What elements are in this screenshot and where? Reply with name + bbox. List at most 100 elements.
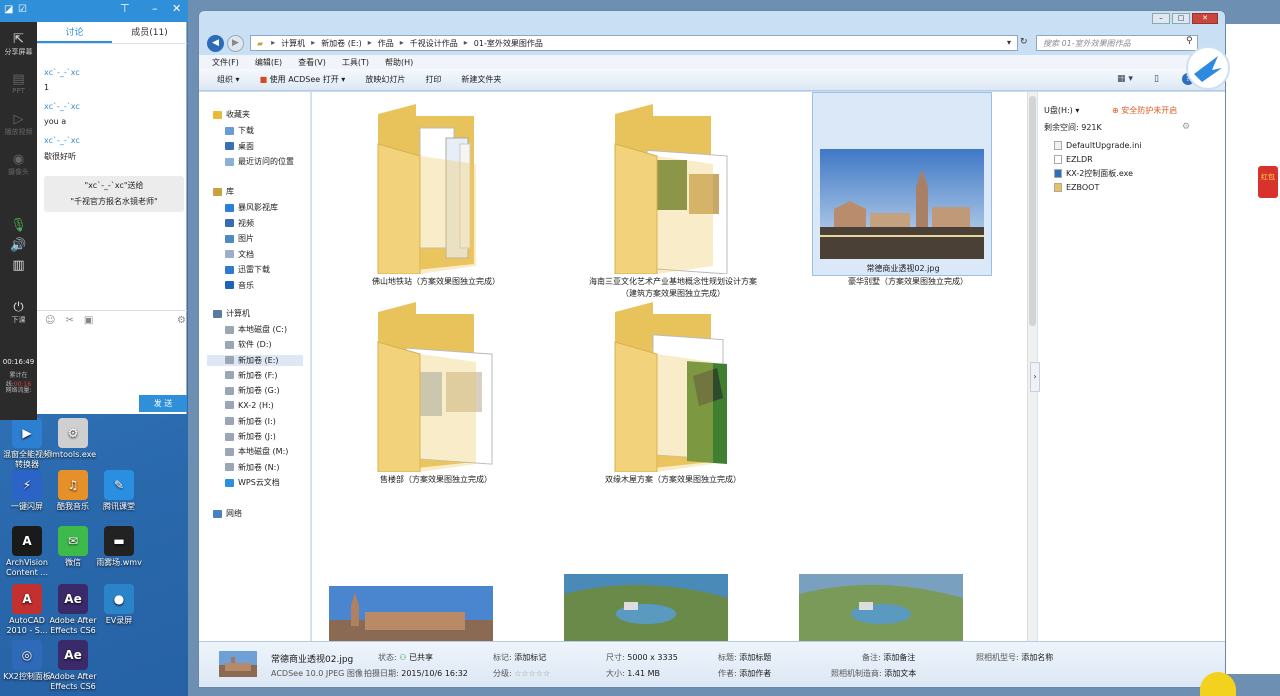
slideshow-button[interactable]: 放映幻灯片 (365, 74, 405, 85)
acdsee-open-button[interactable]: ■ 使用 ACDSee 打开 ▾ (260, 74, 346, 85)
minimize-icon[interactable]: – (152, 2, 158, 15)
details-tags[interactable]: 标记: 添加标记 (493, 652, 546, 663)
folder-item[interactable]: 佛山地铁站（方案效果图独立完成） (346, 104, 526, 288)
search-input[interactable]: 搜索 01-室外效果图作品 (1036, 35, 1198, 51)
nav-item[interactable]: 新加卷 (G:) (225, 385, 280, 396)
desktop-icon[interactable]: Ae Adobe After Effects CS6 (42, 640, 104, 692)
back-button[interactable]: ◀ (207, 35, 224, 52)
details-camera-model[interactable]: 照相机型号: 添加名称 (976, 652, 1053, 663)
details-title[interactable]: 标题: 添加标题 (718, 652, 771, 663)
nav-item[interactable]: 最近访问的位置 (225, 156, 294, 167)
drive-selector[interactable]: U盘(H:) ▾ (1044, 105, 1079, 116)
photo-thumbnail[interactable] (799, 574, 963, 641)
folder-item[interactable]: 售楼部（方案效果图独立完成） (346, 302, 526, 486)
nav-item[interactable]: WPS云文档 (225, 477, 280, 488)
nav-item[interactable]: 本地磁盘 (C:) (225, 324, 287, 335)
organize-button[interactable]: 组织 ▾ (217, 74, 240, 85)
nav-item[interactable]: 库 (213, 186, 234, 197)
details-rating[interactable]: 分级: ☆☆☆☆☆ (493, 668, 550, 679)
breadcrumb-separator[interactable]: ▸ (464, 38, 468, 49)
desktop-icon[interactable]: ▬ 雨雾场.wmv (88, 526, 150, 568)
desktop-icon[interactable]: ⚙ lmtools.exe (42, 418, 104, 460)
nav-item[interactable]: 迅雷下载 (225, 264, 270, 275)
breadcrumb-item[interactable]: 计算机 (281, 38, 305, 49)
print-button[interactable]: 打印 (425, 74, 441, 85)
breadcrumb-separator[interactable]: ▸ (400, 38, 404, 49)
collapse-panel-button[interactable]: › (1030, 362, 1040, 392)
nav-item[interactable]: 软件 (D:) (225, 339, 272, 350)
scissors-icon[interactable]: ✂ (65, 315, 73, 326)
view-options-icon[interactable]: ▦ ▾ (1117, 74, 1133, 84)
settings-icon[interactable]: ⚙ (177, 315, 186, 326)
red-packet-button[interactable]: 红包 (1258, 166, 1278, 198)
nav-item[interactable]: 本地磁盘 (M:) (225, 446, 288, 457)
breadcrumb-item[interactable]: 新加卷 (E:) (321, 38, 362, 49)
breadcrumb-separator[interactable]: ▸ (311, 38, 315, 49)
nav-item[interactable]: 新加卷 (I:) (225, 416, 276, 427)
nav-item[interactable]: 新加卷 (F:) (225, 370, 277, 381)
nav-item[interactable]: 计算机 (213, 308, 250, 319)
nav-item[interactable]: 音乐 (225, 280, 254, 291)
nav-item[interactable]: 桌面 (225, 141, 254, 152)
usb-file[interactable]: KX-2控制面板.exe (1054, 166, 1142, 180)
menu-item[interactable]: 编辑(E) (255, 57, 282, 68)
maximize-button[interactable]: □ (1172, 13, 1190, 24)
menu-item[interactable]: 查看(V) (298, 57, 326, 68)
security-warning[interactable]: ⊕ 安全防护未开启 (1112, 105, 1177, 116)
nav-item[interactable]: 收藏夹 (213, 109, 250, 120)
desktop-icon[interactable]: ✎ 腾讯课堂 (88, 470, 150, 512)
refresh-icon[interactable]: ↻ (1020, 37, 1028, 47)
photo-thumbnail[interactable] (564, 574, 728, 641)
usb-file[interactable]: EZLDR (1054, 152, 1142, 166)
desktop-icon[interactable]: ● EV录屏 (88, 584, 150, 626)
ppt-button[interactable]: ▤ PPT (0, 72, 37, 95)
breadcrumb-separator[interactable]: ▸ (271, 38, 275, 49)
end-class-button[interactable]: ⏻ 下课 (0, 300, 37, 325)
menu-item[interactable]: 帮助(H) (385, 57, 413, 68)
nav-item[interactable]: 文档 (225, 249, 254, 260)
close-icon[interactable]: ✕ (172, 2, 181, 15)
camera-button[interactable]: ◉ 摄像头 (0, 152, 37, 177)
breadcrumb-separator[interactable]: ▸ (368, 38, 372, 49)
nav-item[interactable]: 新加卷 (J:) (225, 431, 276, 442)
forward-button[interactable]: ▶ (227, 35, 244, 52)
share-screen-button[interactable]: ⇱ 分享屏幕 (0, 32, 37, 57)
nav-item[interactable]: 视频 (225, 218, 254, 229)
breadcrumb-item[interactable]: 千视设计作品 (410, 38, 458, 49)
play-video-button[interactable]: ▷ 播放视频 (0, 112, 37, 137)
emoji-icon[interactable]: ☺ (45, 315, 55, 326)
address-dropdown-icon[interactable]: ▾ (1007, 38, 1011, 47)
details-notes[interactable]: 备注: 添加备注 (862, 652, 915, 663)
new-folder-button[interactable]: 新建文件夹 (461, 74, 501, 85)
photo-thumbnail[interactable] (329, 586, 493, 641)
scroll-thumb[interactable] (1029, 96, 1036, 326)
nav-item[interactable]: 图片 (225, 233, 254, 244)
pin-icon[interactable]: ⊤ (120, 2, 130, 15)
image-icon[interactable]: ▣ (84, 315, 93, 326)
usb-file[interactable]: EZBOOT (1054, 180, 1142, 194)
usb-file[interactable]: DefaultUpgrade.ini (1054, 138, 1142, 152)
tab-members[interactable]: 成员(11) (112, 22, 187, 43)
check-icon[interactable]: ☑ (18, 4, 27, 15)
tab-discuss[interactable]: 讨论 (37, 22, 112, 43)
address-bar[interactable]: ▰ ▸ 计算机 ▸ 新加卷 (E:) ▸ 作品 ▸ 千视设计作品 ▸ 01-室外效果图作品 (250, 35, 1018, 51)
folder-item[interactable]: 双缘木屋方案（方案效果图独立完成） (583, 302, 763, 486)
breadcrumb-item[interactable]: 01-室外效果图作品 (474, 38, 543, 49)
levels-button[interactable]: ▥ (0, 258, 37, 273)
details-camera-maker[interactable]: 照相机制造商: 添加文本 (831, 668, 916, 679)
nav-item[interactable]: 网络 (213, 508, 242, 519)
nav-item[interactable]: 下载 (225, 125, 254, 136)
mic-button[interactable]: 🎙 (0, 218, 37, 233)
gear-icon[interactable]: ⚙ (1182, 122, 1190, 132)
breadcrumb-item[interactable]: 作品 (378, 38, 394, 49)
image-item[interactable]: 常德商业透视02.jpg (812, 92, 992, 276)
details-author[interactable]: 作者: 添加作者 (718, 668, 771, 679)
nav-item[interactable]: 暴风影视库 (225, 202, 278, 213)
folder-item[interactable]: 海南三亚文化艺术产业基地概念性规划设计方案 （建筑方案效果图独立完成） (583, 104, 763, 298)
menu-item[interactable]: 工具(T) (342, 57, 369, 68)
volume-button[interactable]: 🔊 (0, 238, 37, 253)
close-button[interactable]: ✕ (1192, 13, 1218, 24)
preview-pane-icon[interactable]: ▯ (1154, 74, 1159, 84)
search-icon[interactable]: ⚲ (1186, 36, 1193, 46)
minimize-button[interactable]: – (1152, 13, 1170, 24)
